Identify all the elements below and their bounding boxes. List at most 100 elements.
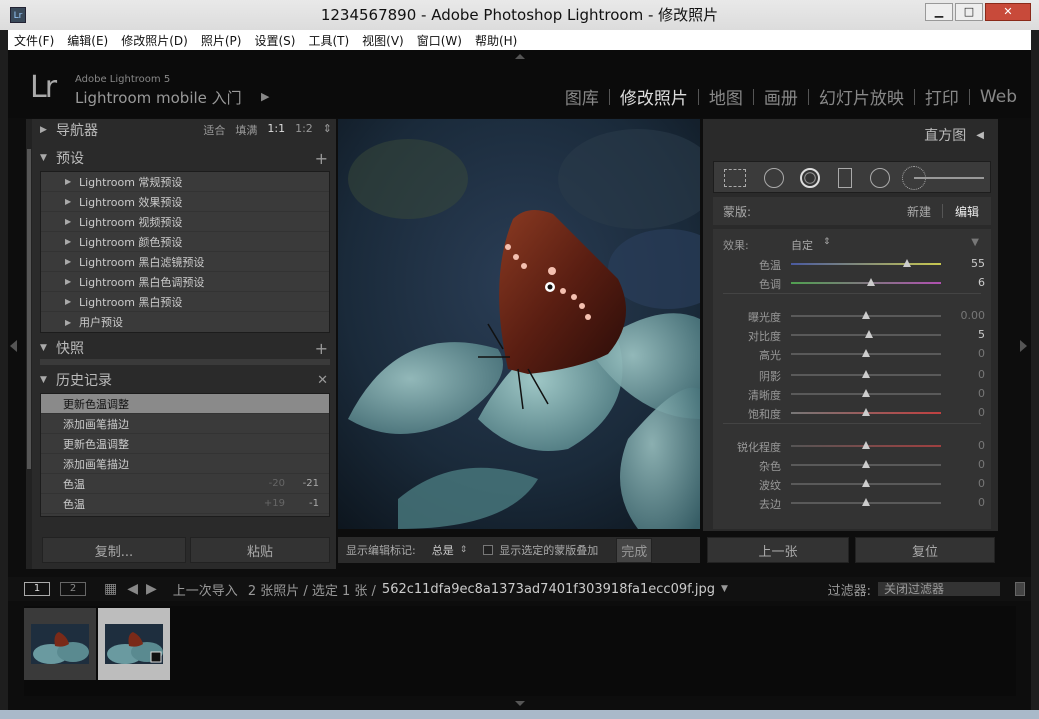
filmstrip-thumbnail-selected[interactable] — [98, 608, 170, 680]
preset-folder[interactable]: ▶ Lightroom 视频预设 — [41, 212, 329, 232]
history-header[interactable]: ▼ 历史记录 ✕ — [32, 369, 336, 391]
collapse-right-panel-icon[interactable] — [1020, 340, 1027, 352]
collapse-filmstrip-icon[interactable] — [515, 701, 525, 706]
history-item[interactable]: 更新色温调整 — [41, 434, 329, 454]
preset-folder[interactable]: ▶ Lightroom 效果预设 — [41, 192, 329, 212]
effect-select[interactable]: 自定 — [791, 237, 813, 253]
pins-select[interactable]: 总是 — [432, 542, 454, 558]
zoom-fit[interactable]: 适合 — [203, 122, 225, 138]
paste-button[interactable]: 粘贴 — [190, 537, 330, 563]
histogram-header[interactable]: 直方图 ◀ — [703, 119, 998, 151]
history-item[interactable]: 更新色温调整 — [41, 394, 329, 414]
red-eye-icon[interactable] — [800, 168, 820, 188]
zoom-1-1[interactable]: 1:1 — [267, 122, 285, 138]
menu-edit[interactable]: 编辑(E) — [67, 32, 108, 49]
slider-handle[interactable] — [862, 498, 870, 506]
left-panel-scrollbar[interactable] — [26, 119, 32, 569]
slider-value[interactable]: 0 — [978, 387, 985, 400]
menu-window[interactable]: 窗口(W) — [417, 32, 462, 49]
filename-dropdown-icon[interactable]: ▼ — [721, 584, 728, 594]
collapse-top-panel-icon[interactable] — [515, 54, 525, 59]
module-print[interactable]: 打印 — [915, 84, 969, 109]
slider-value[interactable]: 0 — [978, 368, 985, 381]
slider-handle[interactable] — [866, 278, 875, 286]
zoom-dropdown-icon[interactable]: ⇕ — [323, 122, 332, 138]
copy-button[interactable]: 复制... — [42, 537, 186, 563]
slider-value[interactable]: 6 — [978, 276, 985, 289]
slider-handle[interactable] — [862, 479, 870, 487]
preset-folder[interactable]: ▶ Lightroom 常规预设 — [41, 172, 329, 192]
slider-value[interactable]: 0 — [978, 406, 985, 419]
history-item[interactable]: 添加画笔描边 — [41, 454, 329, 474]
photo-canvas[interactable] — [338, 119, 700, 529]
slider-value[interactable]: 0 — [978, 477, 985, 490]
slider-handle[interactable] — [862, 408, 870, 416]
collapse-left-panel-icon[interactable] — [10, 340, 17, 352]
slider-handle[interactable] — [862, 389, 870, 397]
slider-handle[interactable] — [862, 441, 870, 449]
second-window-button[interactable]: 2 — [60, 582, 86, 596]
clear-history-icon[interactable]: ✕ — [317, 373, 328, 388]
minimize-button[interactable]: ▁ — [925, 3, 953, 21]
preset-folder[interactable]: ▶ Lightroom 黑白预设 — [41, 292, 329, 312]
navigator-header[interactable]: ▶ 导航器 适合 填满 1:1 1:2 ⇕ — [32, 119, 336, 141]
history-item[interactable]: 色温 -20 -21 — [41, 474, 329, 494]
slider-value[interactable]: 0 — [978, 439, 985, 452]
spot-removal-icon[interactable] — [764, 168, 784, 188]
crop-tool-icon[interactable] — [724, 169, 746, 187]
presets-header[interactable]: ▼ 预设 + — [32, 147, 336, 169]
filter-lock-icon[interactable] — [1015, 582, 1025, 596]
maximize-button[interactable]: □ — [955, 3, 983, 21]
preset-folder[interactable]: ▶ 用户预设 — [41, 312, 329, 332]
snapshots-header[interactable]: ▼ 快照 + — [32, 337, 336, 359]
module-map[interactable]: 地图 — [699, 84, 753, 109]
slider-handle[interactable] — [865, 330, 873, 338]
zoom-1-2[interactable]: 1:2 — [295, 122, 313, 138]
preset-folder[interactable]: ▶ Lightroom 黑白色调预设 — [41, 272, 329, 292]
radial-filter-icon[interactable] — [870, 168, 890, 188]
preset-folder[interactable]: ▶ Lightroom 黑白滤镜预设 — [41, 252, 329, 272]
brush-size-slider[interactable] — [914, 177, 984, 179]
slider-handle[interactable] — [862, 370, 870, 378]
menu-file[interactable]: 文件(F) — [14, 32, 54, 49]
add-snapshot-icon[interactable]: + — [315, 339, 328, 358]
mask-overlay-checkbox[interactable] — [483, 545, 494, 555]
menu-tools[interactable]: 工具(T) — [308, 32, 349, 49]
module-web[interactable]: Web — [970, 87, 1027, 107]
slider-value[interactable]: 5 — [978, 328, 985, 341]
reset-button[interactable]: 复位 — [855, 537, 995, 563]
mask-new-button[interactable]: 新建 — [907, 203, 931, 220]
module-book[interactable]: 画册 — [754, 84, 808, 109]
close-button[interactable]: ✕ — [985, 3, 1031, 21]
slider-value[interactable]: 55 — [971, 257, 985, 270]
zoom-fill[interactable]: 填满 — [235, 122, 257, 138]
module-slideshow[interactable]: 幻灯片放映 — [809, 84, 914, 109]
history-item[interactable]: 添加画笔描边 — [41, 414, 329, 434]
menu-develop[interactable]: 修改照片(D) — [121, 32, 188, 49]
back-arrow-icon[interactable]: ◀ — [127, 581, 138, 597]
mask-edit-button[interactable]: 编辑 — [955, 203, 979, 220]
main-window-button[interactable]: 1 — [24, 582, 50, 596]
slider-track[interactable] — [791, 263, 941, 265]
forward-arrow-icon[interactable]: ▶ — [146, 581, 157, 597]
slider-value[interactable]: 0 — [978, 496, 985, 509]
preset-folder[interactable]: ▶ Lightroom 颜色预设 — [41, 232, 329, 252]
filename[interactable]: 562c11dfa9ec8a1373ad7401f303918fa1ecc09f… — [382, 582, 715, 597]
menu-settings[interactable]: 设置(S) — [254, 32, 295, 49]
slider-handle[interactable] — [902, 259, 911, 267]
scrollbar-thumb[interactable] — [27, 149, 31, 469]
done-button[interactable]: 完成 — [616, 537, 653, 563]
add-preset-icon[interactable]: + — [315, 149, 328, 168]
menu-view[interactable]: 视图(V) — [362, 32, 404, 49]
history-item[interactable]: 色温 +19 -1 — [41, 494, 329, 514]
slider-value[interactable]: 0 — [978, 347, 985, 360]
slider-handle[interactable] — [862, 311, 870, 319]
slider-handle[interactable] — [862, 460, 870, 468]
menu-help[interactable]: 帮助(H) — [475, 32, 517, 49]
filmstrip-thumbnail[interactable] — [24, 608, 96, 680]
previous-button[interactable]: 上一张 — [707, 537, 849, 563]
source-label[interactable]: 上一次导入 — [173, 580, 238, 599]
mobile-getting-started[interactable]: Lightroom mobile 入门 — [75, 87, 242, 108]
collapse-triangle-icon[interactable]: ▼ — [971, 237, 979, 248]
menu-photo[interactable]: 照片(P) — [201, 32, 242, 49]
